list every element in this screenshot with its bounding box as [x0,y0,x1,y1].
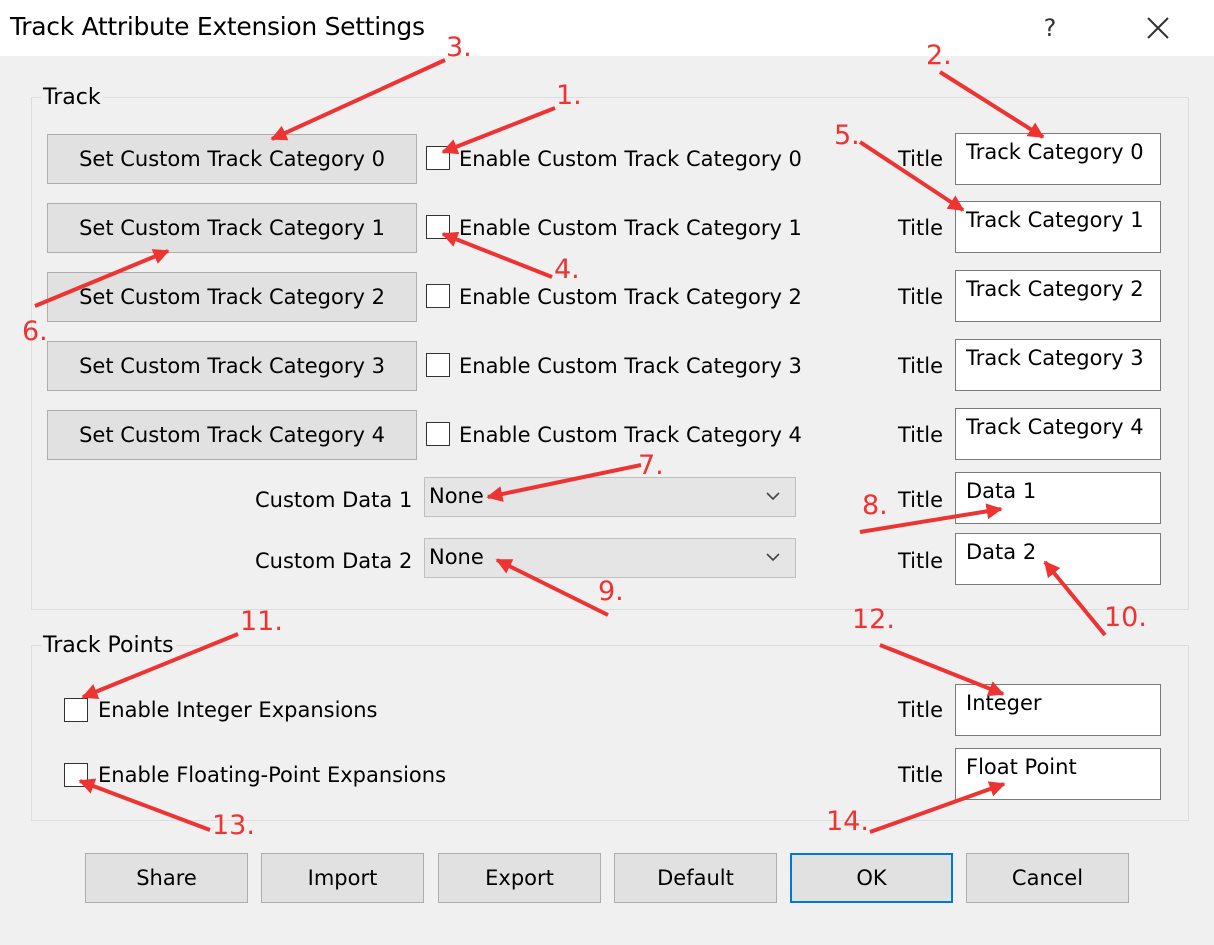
enable-custom-track-category-3-checkbox[interactable] [426,353,450,377]
close-icon [1147,17,1169,39]
title-label: Title [898,488,944,512]
track-category-0-title-field[interactable] [955,133,1161,185]
track-category-2-title-field[interactable] [955,270,1161,322]
title-bar: Track Attribute Extension Settings ? [0,0,1214,56]
title-label: Title [898,763,944,787]
enable-custom-track-category-2-label: Enable Custom Track Category 2 [459,285,802,309]
share-button[interactable]: Share [85,853,248,903]
custom-data-1-label: Custom Data 1 [255,488,413,512]
enable-floating-point-expansions-checkbox[interactable] [64,763,88,787]
enable-custom-track-category-3-label: Enable Custom Track Category 3 [459,354,802,378]
title-label: Title [898,549,944,573]
enable-custom-track-category-0-checkbox[interactable] [426,146,450,170]
close-button[interactable] [1136,6,1180,50]
cancel-button[interactable]: Cancel [966,853,1129,903]
annotation-label-9: 9. [598,576,624,607]
window-title: Track Attribute Extension Settings [10,12,425,41]
custom-data-1-dropdown[interactable]: None [424,477,796,517]
title-label: Title [898,698,944,722]
help-button[interactable]: ? [1030,8,1070,48]
set-custom-track-category-2-button[interactable]: Set Custom Track Category 2 [47,272,417,322]
track-category-4-title-field[interactable] [955,408,1161,460]
enable-custom-track-category-4-checkbox[interactable] [426,422,450,446]
enable-custom-track-category-1-label: Enable Custom Track Category 1 [459,216,802,240]
custom-data-2-title-field[interactable] [955,533,1161,585]
track-category-1-title-field[interactable] [955,201,1161,253]
annotation-label-13: 13. [212,810,255,841]
custom-data-1-title-field[interactable] [955,472,1161,524]
annotation-label-12: 12. [852,604,895,635]
annotation-label-4: 4. [554,254,580,285]
annotation-label-14: 14. [826,806,869,837]
set-custom-track-category-4-button[interactable]: Set Custom Track Category 4 [47,410,417,460]
set-custom-track-category-3-button[interactable]: Set Custom Track Category 3 [47,341,417,391]
annotation-label-8: 8. [862,490,888,521]
enable-custom-track-category-2-checkbox[interactable] [426,284,450,308]
enable-floating-point-expansions-label: Enable Floating-Point Expansions [98,763,447,787]
chevron-down-icon [766,553,780,562]
integer-title-field[interactable] [955,684,1161,736]
title-label: Title [898,147,944,171]
ok-button[interactable]: OK [790,853,953,903]
float-point-title-field[interactable] [955,748,1161,800]
annotation-label-11: 11. [240,606,283,637]
track-points-group-label: Track Points [41,633,176,658]
annotation-label-1: 1. [556,80,582,111]
enable-custom-track-category-1-checkbox[interactable] [426,215,450,239]
chevron-down-icon [766,492,780,501]
import-button[interactable]: Import [261,853,424,903]
enable-integer-expansions-label: Enable Integer Expansions [98,698,378,722]
annotation-label-10: 10. [1104,602,1147,633]
annotation-label-5: 5. [834,120,860,151]
custom-data-1-value: None [429,484,484,508]
custom-data-2-dropdown[interactable]: None [424,538,796,578]
title-label: Title [898,285,944,309]
custom-data-2-value: None [429,545,484,569]
set-custom-track-category-0-button[interactable]: Set Custom Track Category 0 [47,134,417,184]
track-group-label: Track [41,85,103,110]
set-custom-track-category-1-button[interactable]: Set Custom Track Category 1 [47,203,417,253]
title-label: Title [898,354,944,378]
enable-integer-expansions-checkbox[interactable] [64,698,88,722]
track-category-3-title-field[interactable] [955,339,1161,391]
title-label: Title [898,423,944,447]
default-button[interactable]: Default [614,853,777,903]
title-label: Title [898,216,944,240]
annotation-label-6: 6. [22,316,48,347]
export-button[interactable]: Export [438,853,601,903]
annotation-label-7: 7. [638,450,664,481]
annotation-label-2: 2. [926,40,952,71]
enable-custom-track-category-4-label: Enable Custom Track Category 4 [459,423,802,447]
custom-data-2-label: Custom Data 2 [255,549,413,573]
enable-custom-track-category-0-label: Enable Custom Track Category 0 [459,147,802,171]
annotation-label-3: 3. [446,32,472,63]
